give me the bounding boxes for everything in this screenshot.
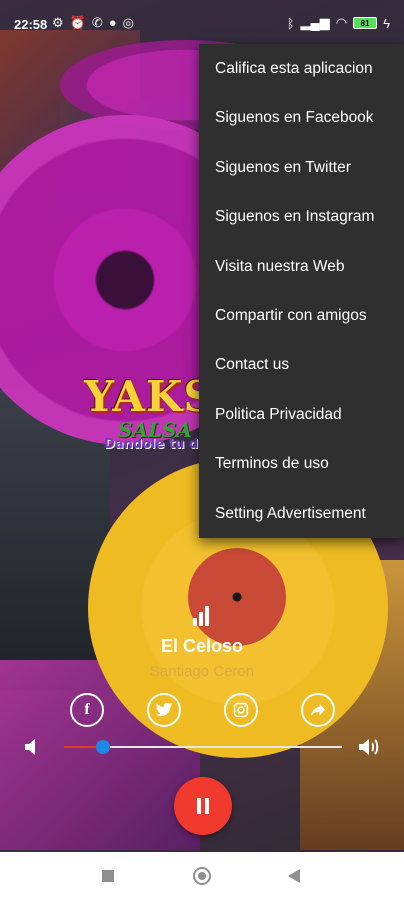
home-icon[interactable] (193, 867, 211, 885)
twitter-button[interactable] (147, 693, 181, 727)
navigation-bar (0, 852, 404, 900)
recents-icon[interactable] (102, 870, 114, 882)
artist-name: Santiago Ceron (149, 663, 255, 680)
menu-item-instagram[interactable]: Siguenos en Instagram (199, 192, 404, 241)
facebook-button[interactable]: f (70, 693, 104, 727)
volume-high-icon (359, 739, 379, 755)
instagram-button[interactable] (224, 693, 258, 727)
equalizer-icon (193, 602, 213, 626)
volume-low-icon (25, 739, 35, 755)
whatsapp-icon: ✆ (91, 15, 103, 30)
song-title: El Celoso (160, 636, 244, 656)
menu-item-rate-app[interactable]: Califica esta aplicacion (199, 44, 404, 93)
status-bar: 22:58 ⚙ ⏰ ✆ ● ◎ ᛒ ▂▄▆ ◠ 81 ϟ (0, 0, 404, 48)
volume-up-button[interactable] (358, 737, 382, 762)
share-button[interactable] (301, 693, 335, 727)
volume-slider-thumb[interactable] (95, 740, 110, 754)
instagram-icon (233, 702, 249, 718)
bluetooth-icon: ᛒ (286, 15, 295, 31)
battery-icon: 81 (353, 17, 378, 29)
menu-item-twitter[interactable]: Siguenos en Twitter (199, 143, 404, 192)
facebook-icon: f (84, 701, 90, 718)
app-screen: YAKS SALSA Dandole tu dosis 22:58 ⚙ ⏰ ✆ … (0, 0, 404, 900)
station-logo-brand: YAKS (84, 372, 215, 421)
menu-item-share[interactable]: Compartir con amigos (199, 291, 404, 340)
menu-item-ad-settings[interactable]: Setting Advertisement (199, 489, 404, 538)
charging-icon: ϟ (383, 15, 390, 31)
menu-item-terms[interactable]: Terminos de uso (199, 439, 404, 488)
pause-icon (197, 798, 201, 814)
menu-item-contact[interactable]: Contact us (199, 340, 404, 389)
wifi-icon: ◠ (335, 15, 348, 30)
share-icon (311, 703, 325, 717)
back-icon[interactable] (288, 869, 300, 883)
menu-item-website[interactable]: Visita nuestra Web (199, 242, 404, 291)
instagram-icon: ◎ (122, 15, 134, 30)
alarm-icon: ⏰ (69, 15, 86, 30)
gear-icon: ⚙ (52, 15, 64, 30)
menu-item-privacy[interactable]: Politica Privacidad (199, 390, 404, 439)
menu-item-facebook[interactable]: Siguenos en Facebook (199, 93, 404, 142)
pause-button[interactable] (174, 777, 232, 835)
status-time: 22:58 (14, 17, 48, 32)
status-left-icons: ⚙ ⏰ ✆ ● ◎ (52, 15, 134, 31)
status-right-icons: ᛒ ▂▄▆ ◠ 81 ϟ (287, 15, 390, 31)
overflow-menu: Califica esta aplicacion Siguenos en Fac… (199, 44, 404, 538)
record-label (188, 548, 286, 646)
twitter-icon (155, 702, 173, 717)
volume-down-button[interactable] (24, 738, 38, 761)
signal-icon: ▂▄▆ (300, 15, 330, 30)
dot-icon: ● (108, 15, 117, 30)
